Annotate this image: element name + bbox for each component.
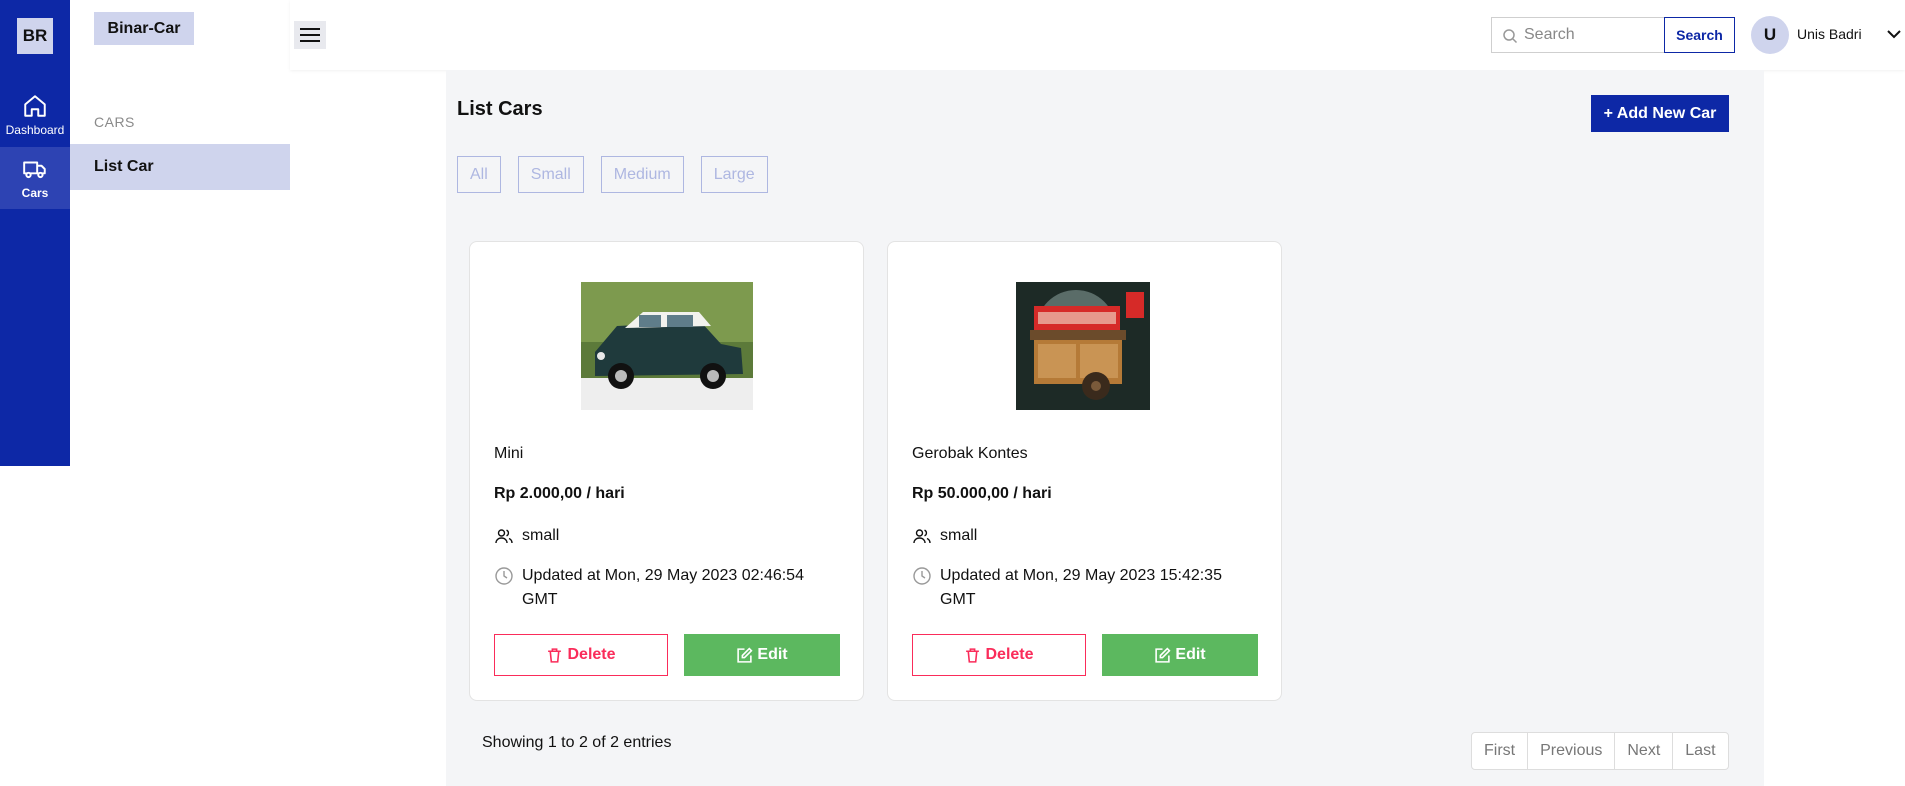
rail-item-label: Dashboard	[5, 123, 65, 137]
user-name[interactable]: Unis Badri	[1797, 26, 1862, 42]
brand-label: Binar-Car	[94, 12, 194, 45]
avatar[interactable]: U	[1751, 16, 1789, 54]
edit-icon	[1155, 646, 1171, 663]
pagination: First Previous Next Last	[1471, 732, 1729, 770]
filter-large[interactable]: Large	[700, 156, 768, 193]
rail-item-dashboard[interactable]: Dashboard	[0, 84, 70, 146]
add-new-car-button[interactable]: + Add New Car	[1591, 95, 1729, 132]
delete-label: Delete	[567, 646, 616, 663]
delete-button[interactable]: Delete	[912, 634, 1086, 676]
car-name: Mini	[494, 445, 524, 462]
users-icon	[913, 529, 931, 544]
main-content: List Cars + Add New Car All Small Medium…	[446, 70, 1764, 786]
updated-label: Updated at Mon, 29 May 2023 02:46:54 GMT	[522, 567, 804, 608]
page-next-button[interactable]: Next	[1614, 733, 1672, 769]
car-image	[1016, 282, 1150, 410]
car-card: Mini Rp 2.000,00 / hari small Updated at…	[469, 241, 864, 701]
car-name: Gerobak Kontes	[912, 445, 1028, 462]
car-image	[581, 282, 753, 410]
updated-label: Updated at Mon, 29 May 2023 15:42:35 GMT	[940, 567, 1222, 608]
size-filters: All Small Medium Large	[457, 156, 768, 193]
delete-label: Delete	[985, 646, 1034, 663]
page-previous-button[interactable]: Previous	[1527, 733, 1614, 769]
chevron-down-icon[interactable]	[1886, 26, 1902, 42]
edit-label: Edit	[1175, 646, 1206, 663]
entries-info: Showing 1 to 2 of 2 entries	[482, 734, 672, 751]
rail-item-label: Cars	[21, 186, 49, 200]
sidebar-item-list-car[interactable]: List Car	[70, 144, 290, 190]
filter-small[interactable]: Small	[517, 156, 584, 193]
car-price: Rp 2.000,00 / hari	[494, 485, 625, 502]
menu-toggle-button[interactable]	[294, 21, 326, 49]
edit-button[interactable]: Edit	[1102, 634, 1258, 676]
page-last-button[interactable]: Last	[1672, 733, 1727, 769]
delete-button[interactable]: Delete	[494, 634, 668, 676]
icon-rail: BR Dashboard Cars	[0, 0, 70, 466]
rail-item-cars[interactable]: Cars	[0, 147, 70, 209]
hamburger-icon	[300, 28, 320, 42]
home-icon	[24, 95, 46, 117]
capacity-label: small	[940, 527, 978, 544]
clock-icon	[913, 567, 931, 585]
edit-label: Edit	[757, 646, 788, 663]
search-button[interactable]: Search	[1664, 17, 1735, 53]
filter-medium[interactable]: Medium	[600, 156, 684, 193]
search-input[interactable]: Search	[1491, 17, 1665, 53]
search-icon	[1503, 29, 1518, 44]
trash-icon	[548, 647, 562, 663]
capacity-label: small	[522, 527, 560, 544]
clock-icon	[495, 567, 513, 585]
edit-button[interactable]: Edit	[684, 634, 840, 676]
car-capacity: small	[494, 524, 559, 548]
app-logo: BR	[17, 18, 53, 54]
trash-icon	[966, 647, 980, 663]
car-updated: Updated at Mon, 29 May 2023 02:46:54 GMT	[494, 564, 834, 612]
car-capacity: small	[912, 524, 977, 548]
top-bar: Search Search U Unis Badri	[290, 0, 1905, 70]
users-icon	[495, 529, 513, 544]
search-placeholder: Search	[1524, 26, 1575, 43]
page-first-button[interactable]: First	[1472, 733, 1527, 769]
filter-all[interactable]: All	[457, 156, 501, 193]
truck-icon	[23, 161, 46, 179]
page-title: List Cars	[457, 98, 543, 120]
sidebar-heading: CARS	[94, 114, 135, 130]
sidebar: Binar-Car CARS List Car	[70, 0, 290, 786]
car-updated: Updated at Mon, 29 May 2023 15:42:35 GMT	[912, 564, 1252, 612]
car-price: Rp 50.000,00 / hari	[912, 485, 1052, 502]
edit-icon	[737, 646, 753, 663]
car-card: Gerobak Kontes Rp 50.000,00 / hari small…	[887, 241, 1282, 701]
